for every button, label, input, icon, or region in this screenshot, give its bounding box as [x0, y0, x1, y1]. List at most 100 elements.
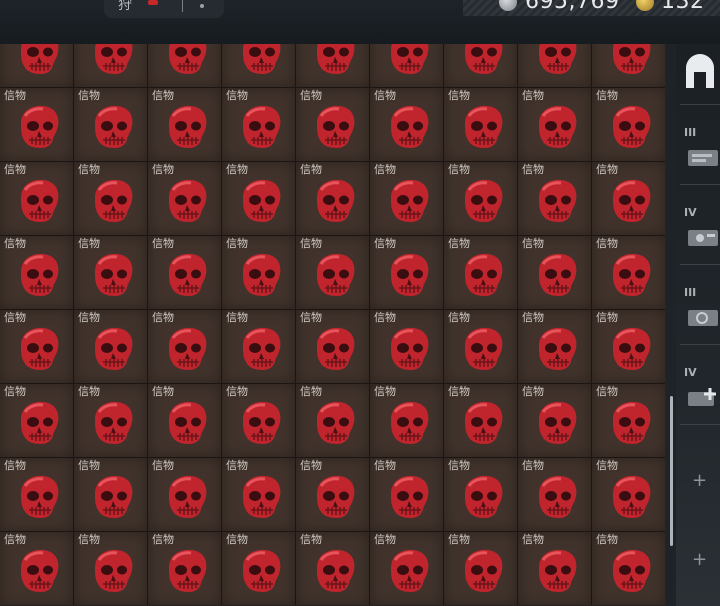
inventory-slot[interactable]: 信物	[222, 532, 295, 605]
inventory-slot[interactable]: 信物	[444, 162, 517, 235]
item-label: 信物	[374, 385, 396, 398]
inventory-slot[interactable]: 信物	[592, 236, 665, 309]
inventory-slot[interactable]: 信物	[296, 458, 369, 531]
inventory-slot[interactable]: 信物	[148, 458, 221, 531]
inventory-slot[interactable]: 信物	[74, 88, 147, 161]
inventory-slot[interactable]: 信物	[592, 162, 665, 235]
red-skull-icon	[169, 44, 207, 74]
grid-scrollbar-thumb[interactable]	[670, 396, 673, 546]
red-skull-icon	[613, 549, 651, 592]
inventory-slot[interactable]: 信物	[148, 384, 221, 457]
inventory-slot[interactable]: 信物	[222, 310, 295, 383]
inventory-slot[interactable]: 信物	[592, 44, 665, 87]
inventory-slot[interactable]: 信物	[370, 162, 443, 235]
storage-sidebar: III IV III IV + +	[676, 44, 720, 606]
red-skull-icon	[95, 179, 133, 222]
inventory-slot[interactable]: 信物	[74, 384, 147, 457]
inventory-slot[interactable]: 信物	[296, 236, 369, 309]
inventory-slot[interactable]: 信物	[296, 88, 369, 161]
inventory-slot[interactable]: 信物	[518, 458, 591, 531]
item-label: 信物	[522, 533, 544, 546]
inventory-slot[interactable]: 信物	[592, 384, 665, 457]
inventory-slot[interactable]: 信物	[444, 236, 517, 309]
inventory-slot[interactable]: 信物	[74, 236, 147, 309]
item-label: 信物	[226, 533, 248, 546]
inventory-slot[interactable]: 信物	[444, 532, 517, 605]
inventory-slot[interactable]: 信物	[518, 44, 591, 87]
inventory-slot[interactable]: 信物	[0, 384, 73, 457]
inventory-slot[interactable]: 信物	[296, 310, 369, 383]
inventory-slot[interactable]: 信物	[518, 384, 591, 457]
inventory-slot[interactable]: 信物	[370, 88, 443, 161]
inventory-slot[interactable]: 信物	[74, 310, 147, 383]
inventory-slot[interactable]: 信物	[444, 384, 517, 457]
sidebar-item-case-4[interactable]: IV	[680, 364, 720, 425]
inventory-slot[interactable]: 信物	[518, 310, 591, 383]
inventory-slot[interactable]: 信物	[222, 458, 295, 531]
inventory-grid-inner: 信物 信物 信物 信物 信物 信物 信物 信物 信物 信物 信物 信物 信物 信物 信物 信物 信物 信物 信物 信物…	[0, 44, 665, 605]
inventory-slot[interactable]: 信物	[148, 532, 221, 605]
inventory-slot[interactable]: 信物	[74, 458, 147, 531]
inventory-slot[interactable]: 信物	[74, 532, 147, 605]
inventory-slot[interactable]: 信物	[222, 162, 295, 235]
sidebar-item-case-2[interactable]: IV	[680, 204, 720, 265]
inventory-slot[interactable]: 信物	[370, 236, 443, 309]
item-label: 信物	[522, 311, 544, 324]
inventory-slot[interactable]: 信物	[370, 532, 443, 605]
inventory-slot[interactable]: 信物	[444, 458, 517, 531]
sidebar-item-vault[interactable]	[680, 44, 720, 105]
inventory-slot[interactable]: 信物	[0, 458, 73, 531]
inventory-slot[interactable]: 信物	[592, 88, 665, 161]
inventory-slot[interactable]: 信物	[592, 532, 665, 605]
inventory-slot[interactable]: 信物	[0, 236, 73, 309]
inventory-slot[interactable]: 信物	[518, 236, 591, 309]
inventory-slot[interactable]: 信物	[444, 310, 517, 383]
inventory-slot[interactable]: 信物	[0, 88, 73, 161]
item-label: 信物	[78, 311, 100, 324]
inventory-slot[interactable]: 信物	[592, 458, 665, 531]
top-tab-partial[interactable]: 狩	[104, 0, 224, 18]
inventory-slot[interactable]: 信物	[148, 88, 221, 161]
inventory-slot[interactable]: 信物	[370, 384, 443, 457]
inventory-slot[interactable]: 信物	[222, 88, 295, 161]
red-skull-icon	[613, 253, 651, 296]
add-storage-plus[interactable]: +	[692, 470, 707, 491]
currency2-value: 132	[661, 0, 705, 14]
item-label: 信物	[374, 311, 396, 324]
inventory-slot[interactable]: 信物	[0, 310, 73, 383]
inventory-slot[interactable]: 信物	[148, 44, 221, 87]
inventory-slot[interactable]: 信物	[0, 162, 73, 235]
inventory-slot[interactable]: 信物	[444, 88, 517, 161]
inventory-slot[interactable]: 信物	[296, 162, 369, 235]
sidebar-item-case-3[interactable]: III	[680, 284, 720, 345]
inventory-slot[interactable]: 信物	[592, 310, 665, 383]
inventory-slot[interactable]: 信物	[296, 532, 369, 605]
inventory-slot[interactable]: 信物	[518, 162, 591, 235]
sidebar-tier: III	[684, 286, 697, 299]
inventory-slot[interactable]: 信物	[0, 532, 73, 605]
inventory-slot[interactable]: 信物	[148, 162, 221, 235]
inventory-slot[interactable]: 信物	[370, 44, 443, 87]
inventory-slot[interactable]: 信物	[518, 88, 591, 161]
inventory-slot[interactable]: 信物	[74, 44, 147, 87]
inventory-slot[interactable]: 信物	[370, 458, 443, 531]
inventory-slot[interactable]: 信物	[148, 310, 221, 383]
inventory-slot[interactable]: 信物	[296, 384, 369, 457]
inventory-slot[interactable]: 信物	[0, 44, 73, 87]
add-storage-plus-2[interactable]: +	[692, 549, 707, 570]
inventory-slot[interactable]: 信物	[222, 384, 295, 457]
inventory-slot[interactable]: 信物	[296, 44, 369, 87]
item-label: 信物	[4, 237, 26, 250]
inventory-slot[interactable]: 信物	[370, 310, 443, 383]
sidebar-item-case-1[interactable]: III	[680, 124, 720, 185]
item-label: 信物	[4, 459, 26, 472]
red-skull-icon	[169, 179, 207, 222]
item-label: 信物	[152, 237, 174, 250]
inventory-slot[interactable]: 信物	[444, 44, 517, 87]
item-label: 信物	[596, 237, 618, 250]
inventory-slot[interactable]: 信物	[222, 44, 295, 87]
inventory-slot[interactable]: 信物	[74, 162, 147, 235]
inventory-slot[interactable]: 信物	[148, 236, 221, 309]
inventory-slot[interactable]: 信物	[518, 532, 591, 605]
inventory-slot[interactable]: 信物	[222, 236, 295, 309]
